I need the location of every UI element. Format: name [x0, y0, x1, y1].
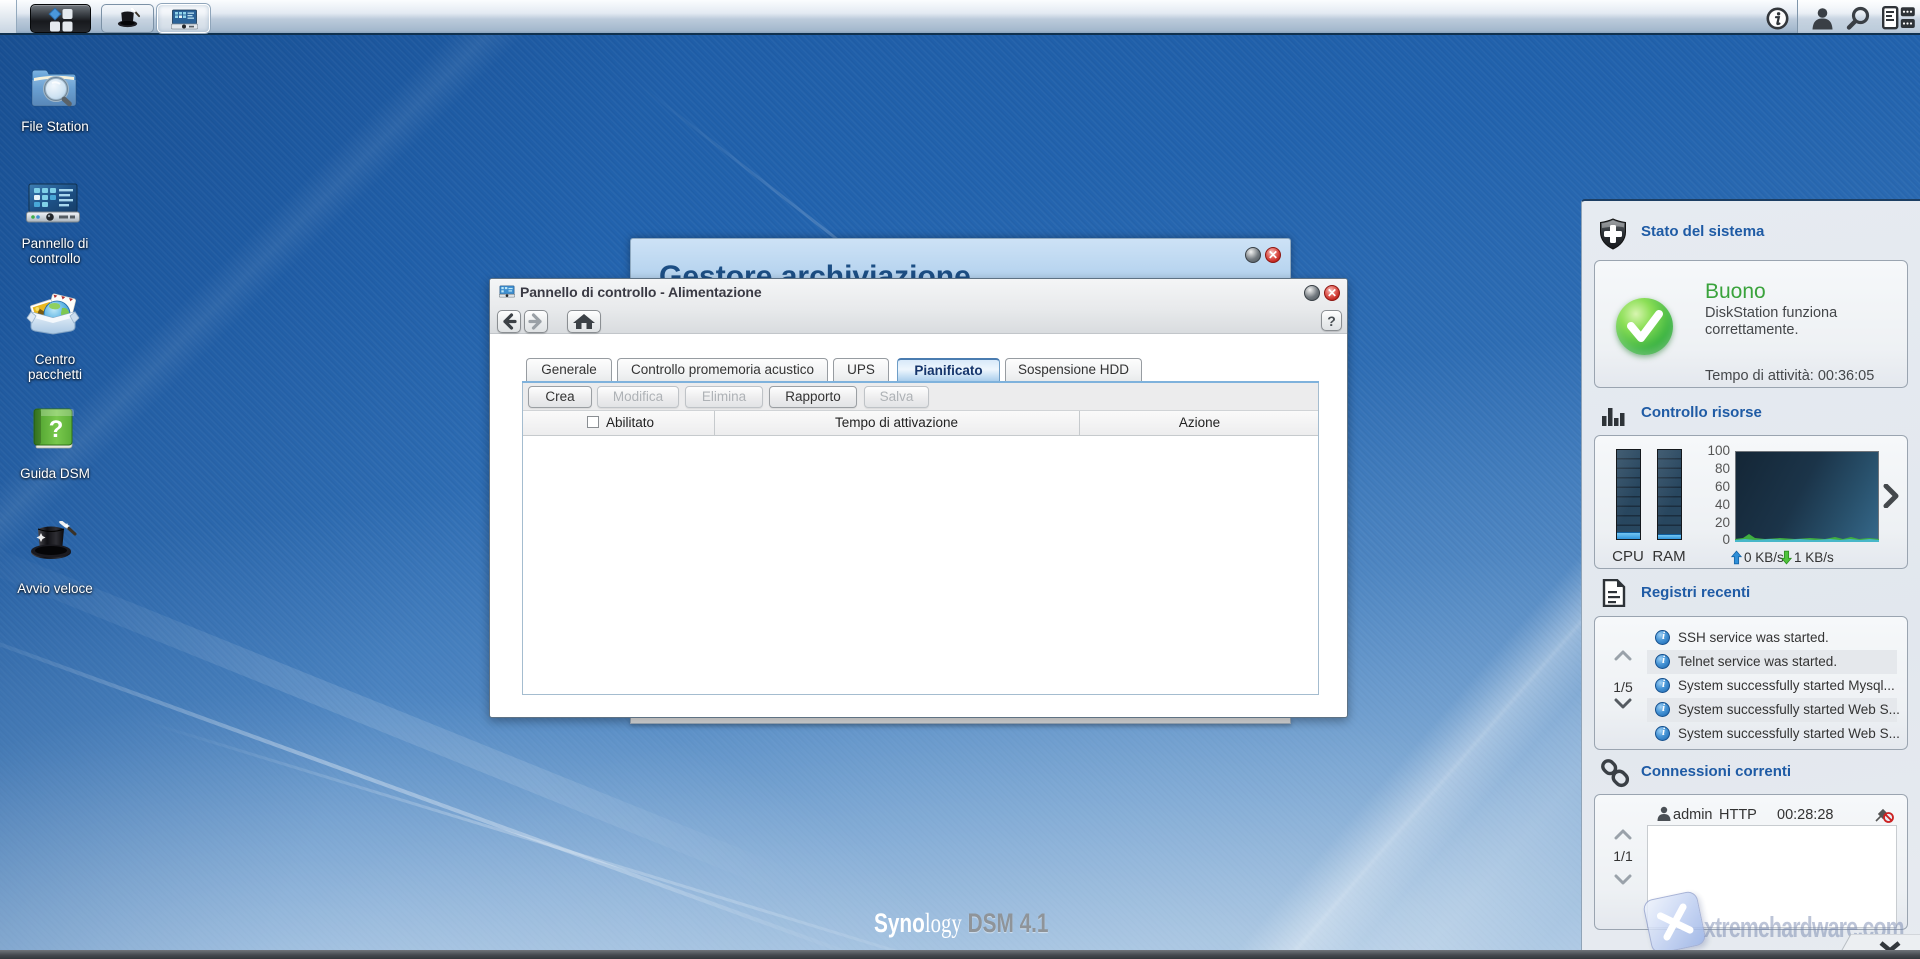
svg-text:?: ?	[49, 416, 64, 443]
